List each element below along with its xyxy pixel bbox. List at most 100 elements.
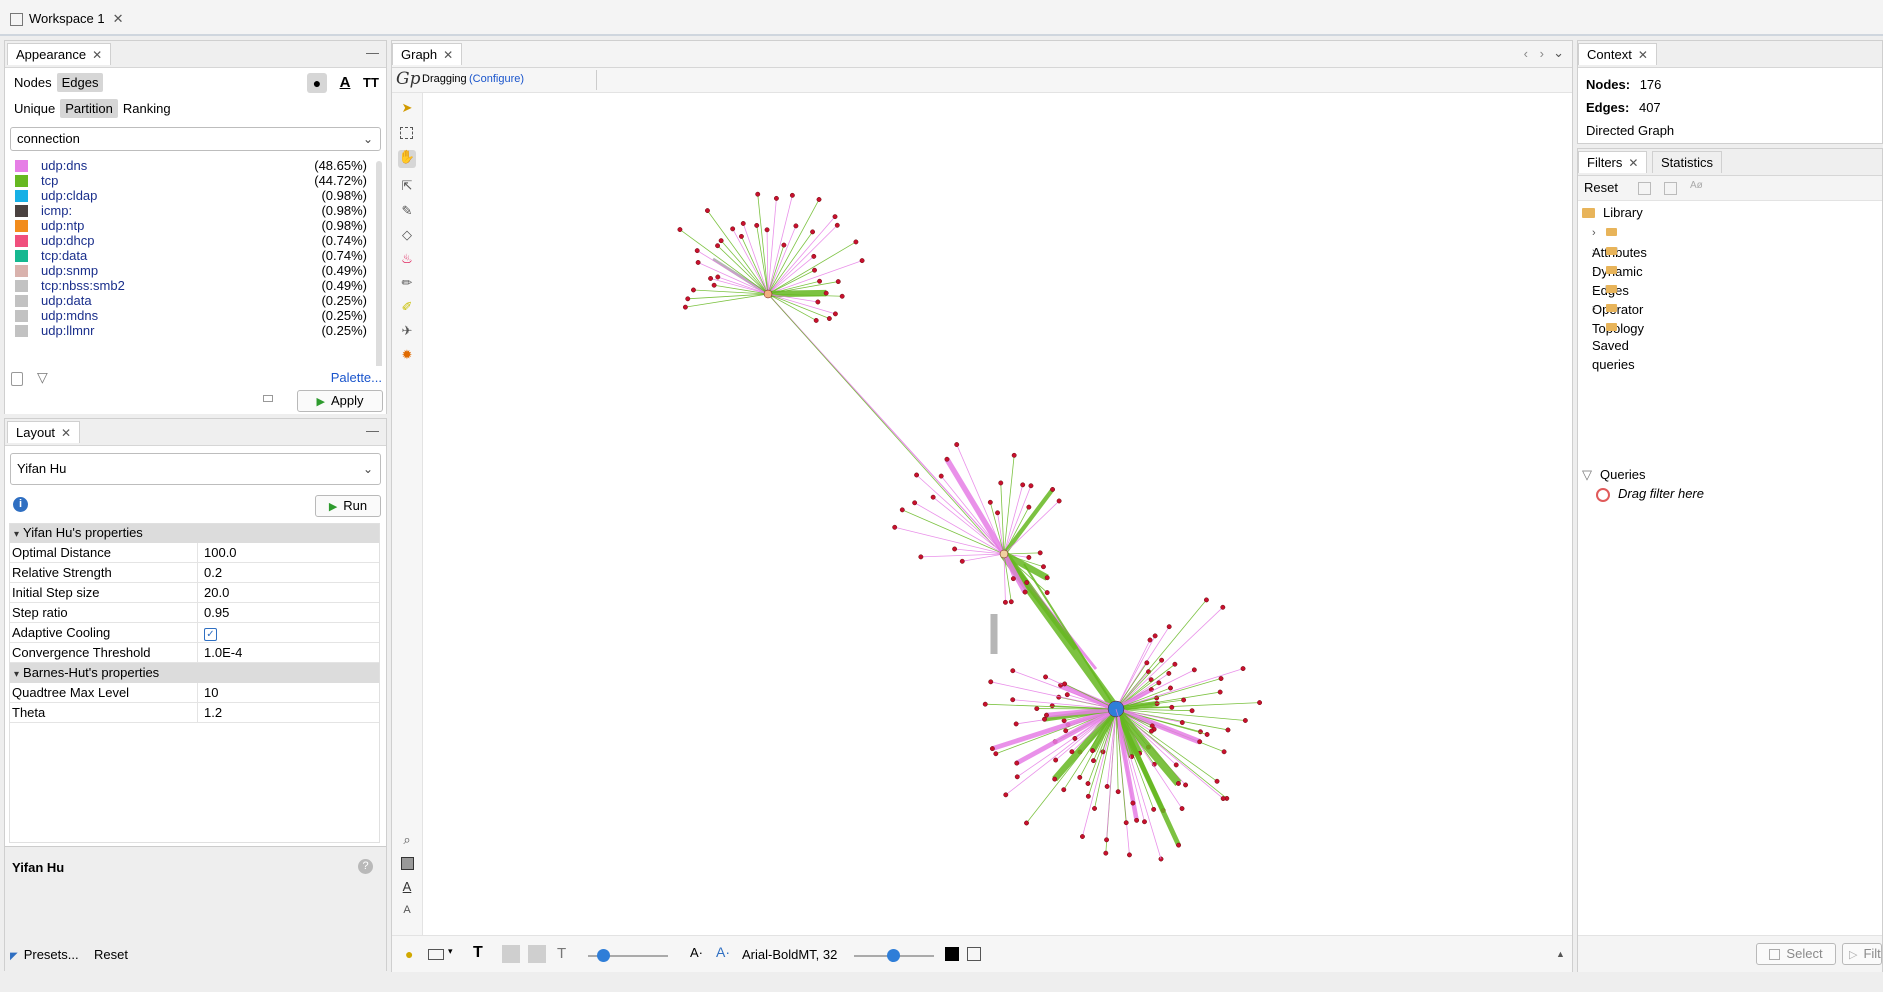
color-swatch[interactable]	[15, 205, 28, 217]
node[interactable]	[1049, 703, 1055, 709]
filter-icon[interactable]: ▽	[37, 369, 48, 386]
node[interactable]	[989, 746, 995, 752]
node[interactable]	[1010, 576, 1016, 582]
edge-toggle-icon[interactable]	[502, 945, 520, 963]
node[interactable]	[1156, 680, 1162, 686]
node[interactable]	[789, 192, 795, 198]
color-swatch[interactable]	[15, 310, 28, 322]
node[interactable]	[1022, 589, 1028, 595]
node[interactable]	[691, 287, 696, 293]
node[interactable]	[914, 472, 920, 478]
edge[interactable]	[916, 474, 1005, 555]
node[interactable]	[1104, 784, 1110, 789]
node[interactable]	[899, 507, 905, 513]
node[interactable]	[1166, 624, 1172, 630]
select-arrow-icon[interactable]: ➤	[400, 101, 414, 115]
painter-icon[interactable]: ♨	[400, 252, 414, 266]
node[interactable]	[930, 494, 936, 500]
property-row[interactable]: Step ratio 0.95	[9, 603, 380, 623]
node[interactable]	[1189, 708, 1195, 714]
node[interactable]	[755, 191, 761, 197]
node[interactable]	[1218, 676, 1224, 681]
node[interactable]	[1014, 774, 1020, 780]
edge[interactable]	[685, 293, 769, 308]
node[interactable]	[1044, 590, 1050, 596]
node[interactable]	[1024, 580, 1030, 585]
node[interactable]	[993, 751, 999, 757]
node[interactable]	[1115, 789, 1121, 795]
color-swatch[interactable]	[15, 175, 28, 187]
node[interactable]	[810, 229, 816, 235]
diamond-icon[interactable]: ◇	[400, 228, 414, 242]
node[interactable]	[1142, 819, 1147, 825]
node[interactable]	[1092, 806, 1098, 811]
property-value[interactable]: 1.2	[197, 703, 222, 722]
chevron-down-icon[interactable]: ⌄	[1553, 45, 1564, 61]
node[interactable]	[1179, 806, 1185, 812]
node[interactable]	[834, 222, 840, 228]
node[interactable]	[938, 473, 944, 479]
node[interactable]	[1183, 782, 1189, 788]
node[interactable]	[1010, 697, 1016, 703]
node[interactable]	[892, 524, 898, 530]
node[interactable]	[1014, 760, 1020, 766]
node[interactable]	[1220, 604, 1226, 610]
run-button[interactable]: ▶ Run	[315, 495, 381, 517]
node[interactable]	[1173, 762, 1179, 768]
node[interactable]	[959, 558, 965, 564]
pointer-help-icon[interactable]: ⇱	[400, 179, 414, 193]
node[interactable]	[1204, 732, 1210, 737]
node[interactable]	[944, 456, 950, 462]
property-value[interactable]: 1.0E-4	[197, 643, 242, 662]
node[interactable]	[1056, 498, 1062, 504]
node[interactable]	[1061, 718, 1067, 724]
property-value[interactable]: 100.0	[197, 543, 237, 562]
edge[interactable]	[1003, 500, 1060, 555]
filter-button[interactable]: ▷ Filter	[1842, 943, 1882, 965]
tab-statistics[interactable]: Statistics	[1652, 151, 1723, 173]
export-query-icon[interactable]	[1638, 182, 1651, 195]
library-category[interactable]: ›Attributes	[1592, 222, 1647, 260]
show-labels-icon[interactable]: T	[473, 944, 483, 962]
pencil-icon[interactable]: ✏	[400, 276, 414, 290]
node[interactable]	[1181, 697, 1187, 703]
tab-edges[interactable]: Edges	[56, 73, 104, 92]
edge[interactable]	[1003, 485, 1032, 555]
node[interactable]	[1149, 728, 1154, 734]
brush-icon[interactable]: ✎	[400, 204, 414, 218]
prev-tab-icon[interactable]: ‹	[1524, 46, 1528, 61]
node[interactable]	[754, 222, 760, 228]
node[interactable]	[1044, 575, 1050, 581]
auto-refresh-icon[interactable]: Aø	[1690, 180, 1703, 191]
node[interactable]	[1179, 720, 1185, 725]
presets-button[interactable]: ◤ Presets...	[10, 947, 79, 962]
node[interactable]	[1042, 716, 1047, 722]
node[interactable]	[1168, 685, 1173, 691]
color-swatch[interactable]	[15, 265, 28, 277]
color-swatch[interactable]	[15, 250, 28, 262]
node[interactable]	[1090, 748, 1096, 754]
node[interactable]	[1172, 661, 1178, 667]
edge[interactable]	[767, 198, 777, 295]
node[interactable]	[918, 554, 924, 560]
property-value[interactable]: ✓	[197, 623, 217, 642]
node[interactable]	[1053, 757, 1059, 763]
close-icon[interactable]: ✕	[113, 11, 124, 26]
color-swatch[interactable]	[15, 235, 28, 247]
node[interactable]	[711, 282, 717, 288]
apply-button[interactable]: ▶ Apply	[297, 390, 383, 412]
node[interactable]	[715, 274, 721, 280]
node[interactable]	[738, 233, 744, 239]
edge[interactable]	[687, 293, 769, 300]
node[interactable]	[793, 223, 799, 229]
node[interactable]	[1026, 554, 1032, 560]
node[interactable]	[1225, 727, 1231, 733]
node[interactable]	[1146, 669, 1151, 675]
node[interactable]	[1013, 721, 1019, 727]
close-icon[interactable]: ✕	[61, 426, 71, 440]
node[interactable]	[1077, 774, 1083, 780]
tab-ranking[interactable]: Ranking	[118, 99, 176, 118]
dropdown-arrow-icon[interactable]: ▾	[448, 946, 453, 957]
close-icon[interactable]: ✕	[92, 48, 102, 62]
node[interactable]	[811, 253, 817, 259]
